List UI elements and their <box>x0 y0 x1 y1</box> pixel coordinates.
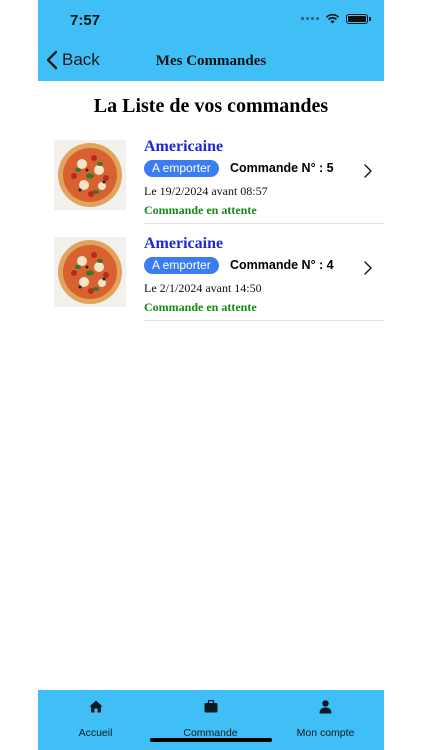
order-name: Americaine <box>144 235 224 252</box>
order-date: Le 19/2/2024 avant 08:57 <box>144 184 268 198</box>
order-name: Americaine <box>144 138 224 155</box>
order-date: Le 2/1/2024 avant 14:50 <box>144 281 262 295</box>
status-time: 7:57 <box>70 12 101 29</box>
order-number: Commande N° : 5 <box>230 161 334 175</box>
home-icon <box>89 700 102 713</box>
bag-icon <box>204 700 217 713</box>
row-divider <box>144 320 384 321</box>
battery-icon <box>346 13 371 24</box>
order-number: Commande N° : 4 <box>230 258 334 272</box>
status-icons <box>301 13 371 24</box>
tab-accueil[interactable]: Accueil <box>38 690 153 750</box>
tab-label: Mon compte <box>296 727 355 739</box>
home-indicator[interactable] <box>150 738 272 742</box>
tab-bar: Accueil Commande Mon compte <box>38 690 384 750</box>
order-item[interactable]: Americaine A emporter Commande N° : 4 Le… <box>38 225 384 321</box>
wifi-icon <box>325 13 340 24</box>
nav-title: Mes Commandes <box>155 53 267 69</box>
pizza-image <box>54 237 126 307</box>
user-icon <box>319 700 332 714</box>
row-divider <box>144 223 384 224</box>
chevron-right-icon <box>364 261 372 275</box>
app-screen: 7:57 Back Mes Commandes La Liste de vos … <box>38 0 384 750</box>
tab-mon-compte[interactable]: Mon compte <box>268 690 383 750</box>
takeaway-badge: A emporter <box>144 257 219 274</box>
order-item[interactable]: Americaine A emporter Commande N° : 5 Le… <box>38 128 384 224</box>
order-status: Commande en attente <box>144 300 257 314</box>
pizza-image <box>54 140 126 210</box>
order-status: Commande en attente <box>144 203 257 217</box>
tab-label: Accueil <box>78 727 113 739</box>
chevron-right-icon <box>364 164 372 178</box>
signal-icon <box>301 17 319 20</box>
takeaway-badge: A emporter <box>144 160 219 177</box>
top-bar: 7:57 Back Mes Commandes <box>38 0 384 81</box>
page-title: La Liste de vos commandes <box>93 95 329 117</box>
